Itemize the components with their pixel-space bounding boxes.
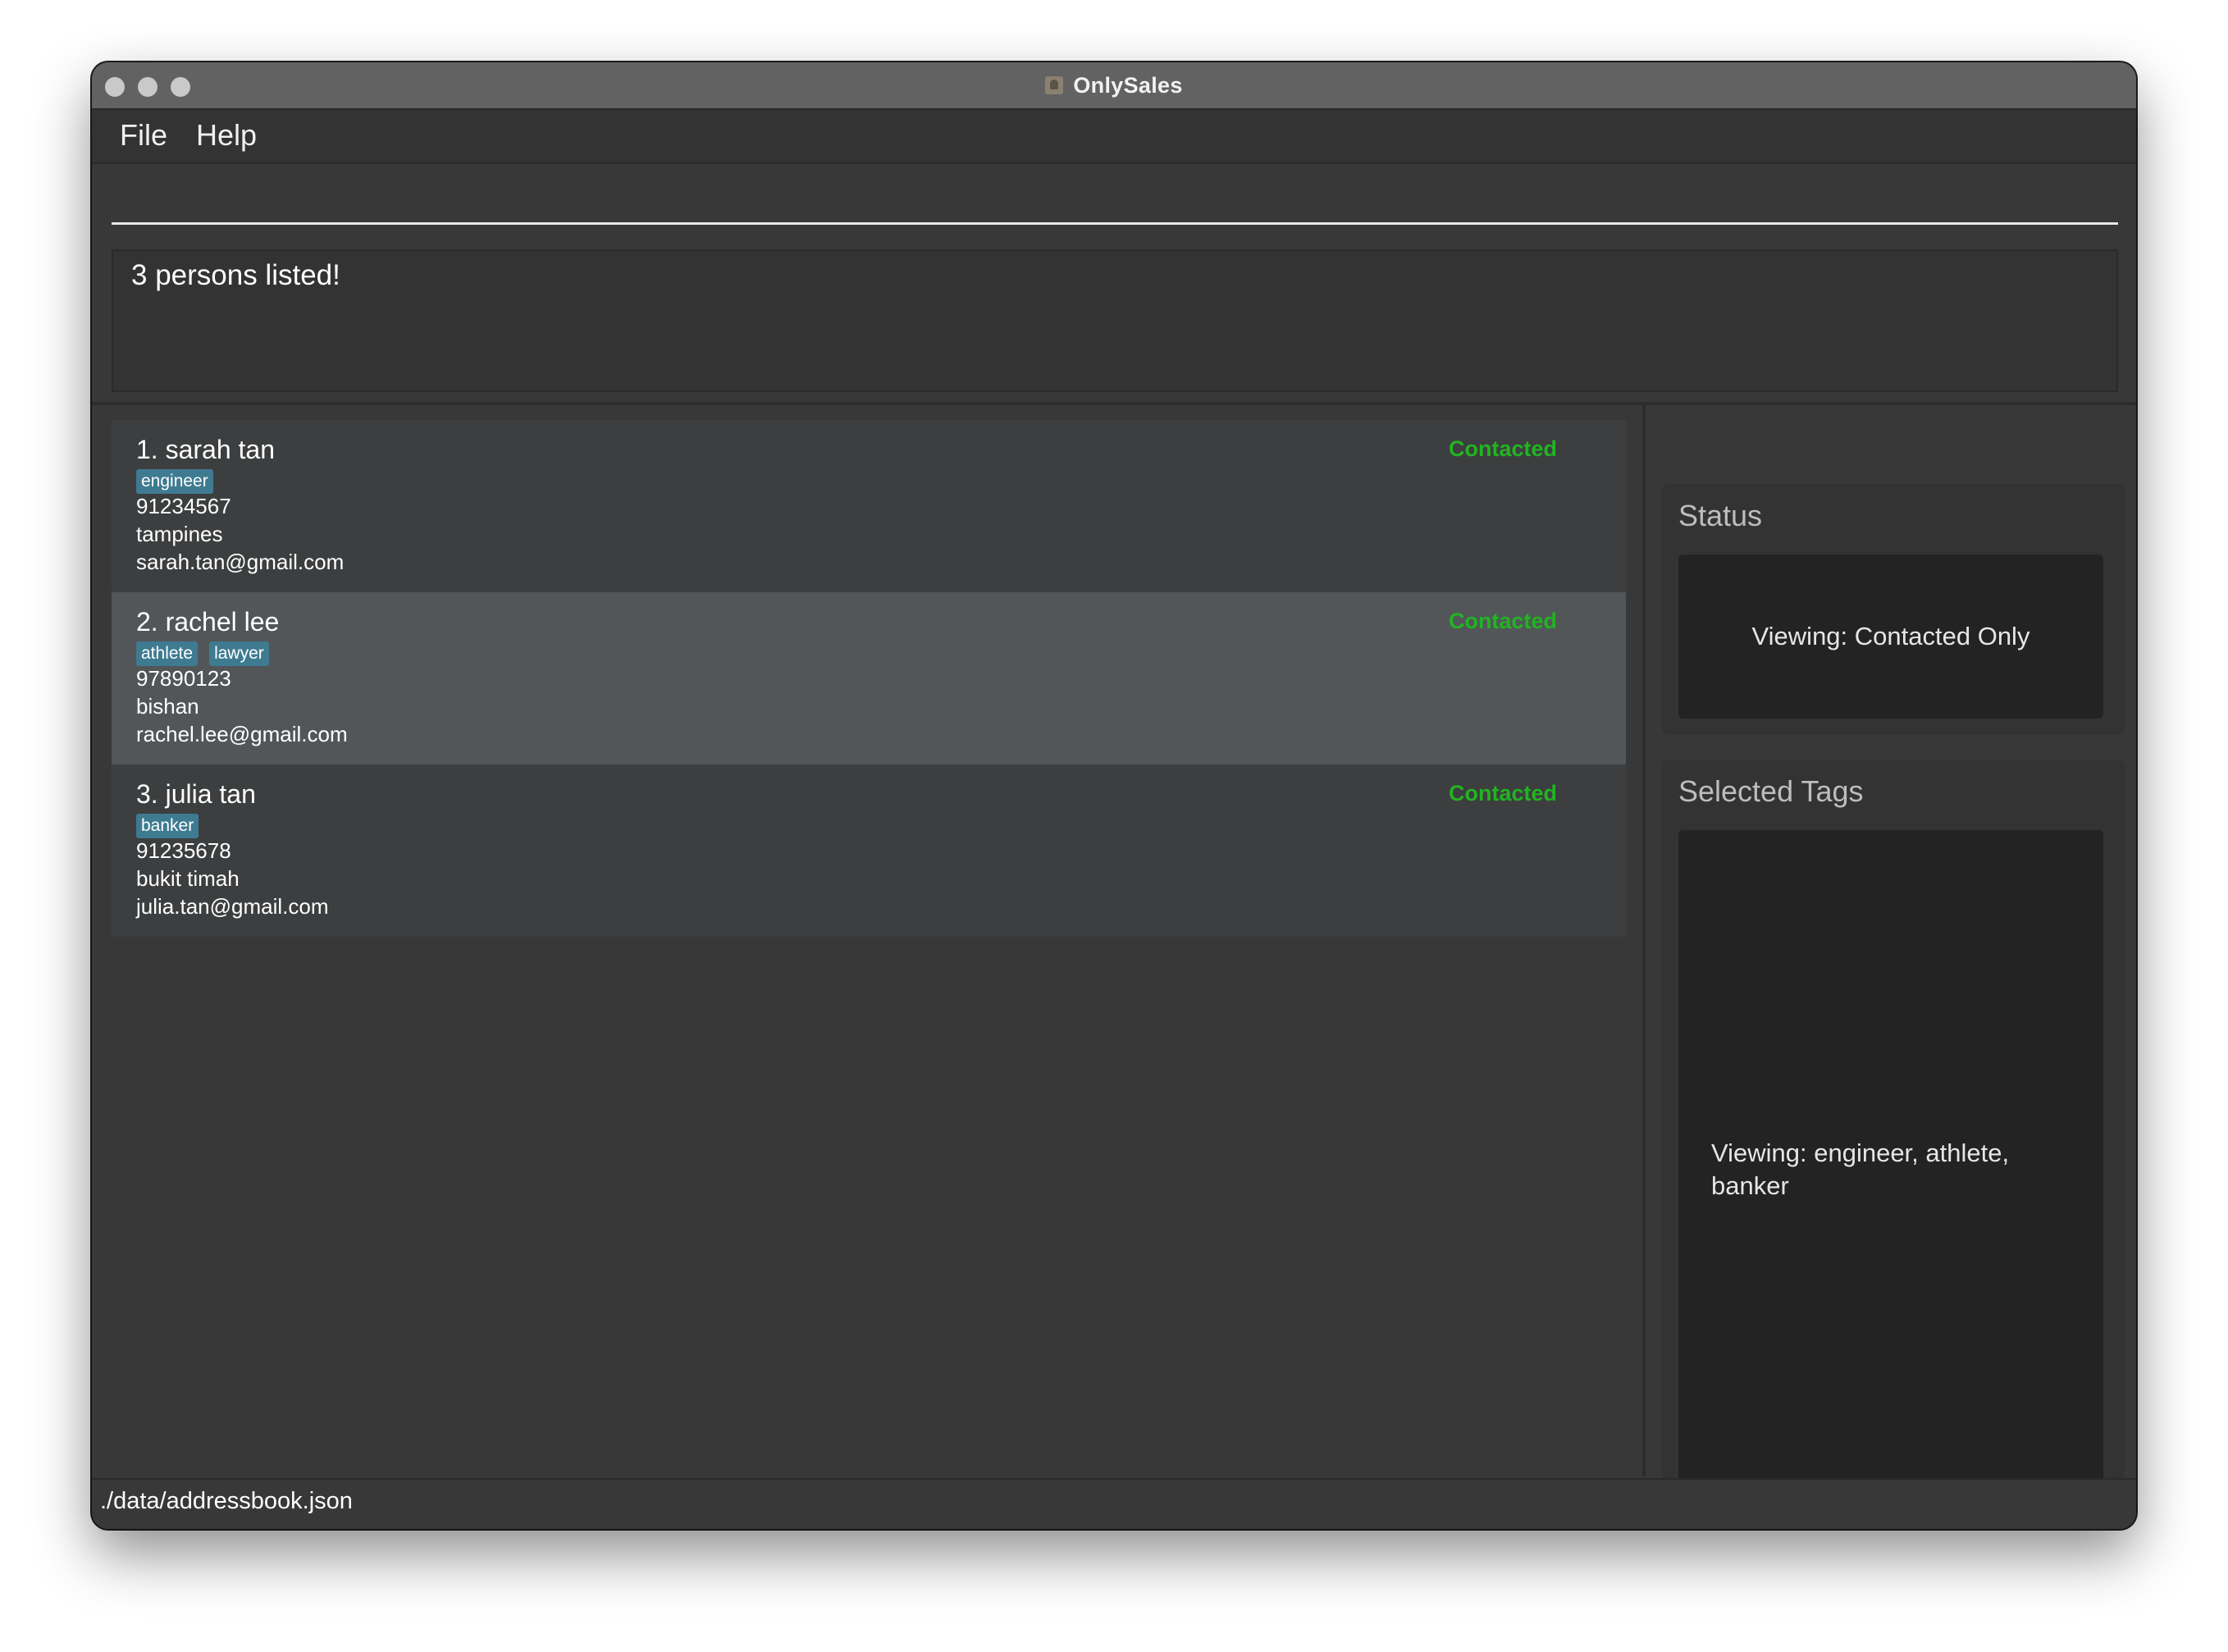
person-address: bukit timah (136, 866, 240, 891)
menu-bar: File Help (92, 110, 2136, 164)
result-message: 3 persons listed! (131, 259, 340, 291)
person-tags: banker (136, 814, 199, 838)
status-display: Viewing: Contacted Only (1678, 554, 2103, 719)
window-title-group: OnlySales (92, 62, 2136, 108)
person-phone: 97890123 (136, 666, 231, 691)
person-name: 3. julia tan (136, 779, 256, 809)
person-email: rachel.lee@gmail.com (136, 722, 348, 746)
person-phone: 91235678 (136, 838, 231, 863)
person-phone: 91234567 (136, 494, 231, 518)
selected-tags-title: Selected Tags (1678, 774, 1864, 808)
command-input[interactable] (112, 164, 2118, 225)
selected-tags-panel: Selected Tags Viewing: engineer, athlete… (1662, 760, 2125, 1527)
person-card[interactable]: 3. julia tan Contacted banker 91235678 bukit… (112, 764, 1626, 937)
command-box (92, 164, 2136, 236)
tag-label: engineer (136, 469, 213, 494)
selected-tags-text: Viewing: engineer, athlete, banker (1711, 1139, 2010, 1200)
person-status: Contacted (1448, 781, 1557, 805)
status-panel-title: Status (1678, 499, 1763, 532)
window-title: OnlySales (1073, 72, 1183, 98)
person-name: 1. sarah tan (136, 435, 275, 464)
person-status: Contacted (1448, 436, 1557, 461)
menu-file[interactable]: File (120, 118, 167, 153)
tag-label: lawyer (209, 641, 269, 666)
status-bar: ./data/addressbook.json (92, 1478, 2136, 1529)
person-email: julia.tan@gmail.com (136, 894, 329, 919)
person-card[interactable]: 2. rachel lee Contacted athlete lawyer 97890… (112, 592, 1626, 764)
app-window: OnlySales File Help 3 persons listed! 1.… (92, 62, 2136, 1529)
menu-help[interactable]: Help (196, 118, 257, 153)
save-file-path: ./data/addressbook.json (100, 1488, 353, 1514)
app-icon (1045, 76, 1064, 94)
tag-label: banker (136, 814, 199, 838)
person-list: 1. sarah tan Contacted engineer 91234567 tam… (92, 405, 1642, 1476)
person-tags: athlete lawyer (136, 641, 269, 666)
person-name: 2. rachel lee (136, 607, 280, 637)
person-address: tampines (136, 522, 223, 546)
person-address: bishan (136, 694, 199, 719)
side-panel: Status Viewing: Contacted Only Selected … (1646, 405, 2136, 1527)
title-bar: OnlySales (92, 62, 2136, 110)
tag-label: athlete (136, 641, 199, 666)
status-panel: Status Viewing: Contacted Only (1662, 484, 2125, 735)
person-email: sarah.tan@gmail.com (136, 550, 345, 574)
result-display: 3 persons listed! (112, 249, 2118, 392)
person-tags: engineer (136, 469, 213, 494)
person-card[interactable]: 1. sarah tan Contacted engineer 91234567 tam… (112, 420, 1626, 592)
selected-tags-display: Viewing: engineer, athlete, banker (1678, 830, 2103, 1509)
status-filter-text: Viewing: Contacted Only (1751, 622, 2030, 650)
person-status: Contacted (1448, 609, 1557, 633)
